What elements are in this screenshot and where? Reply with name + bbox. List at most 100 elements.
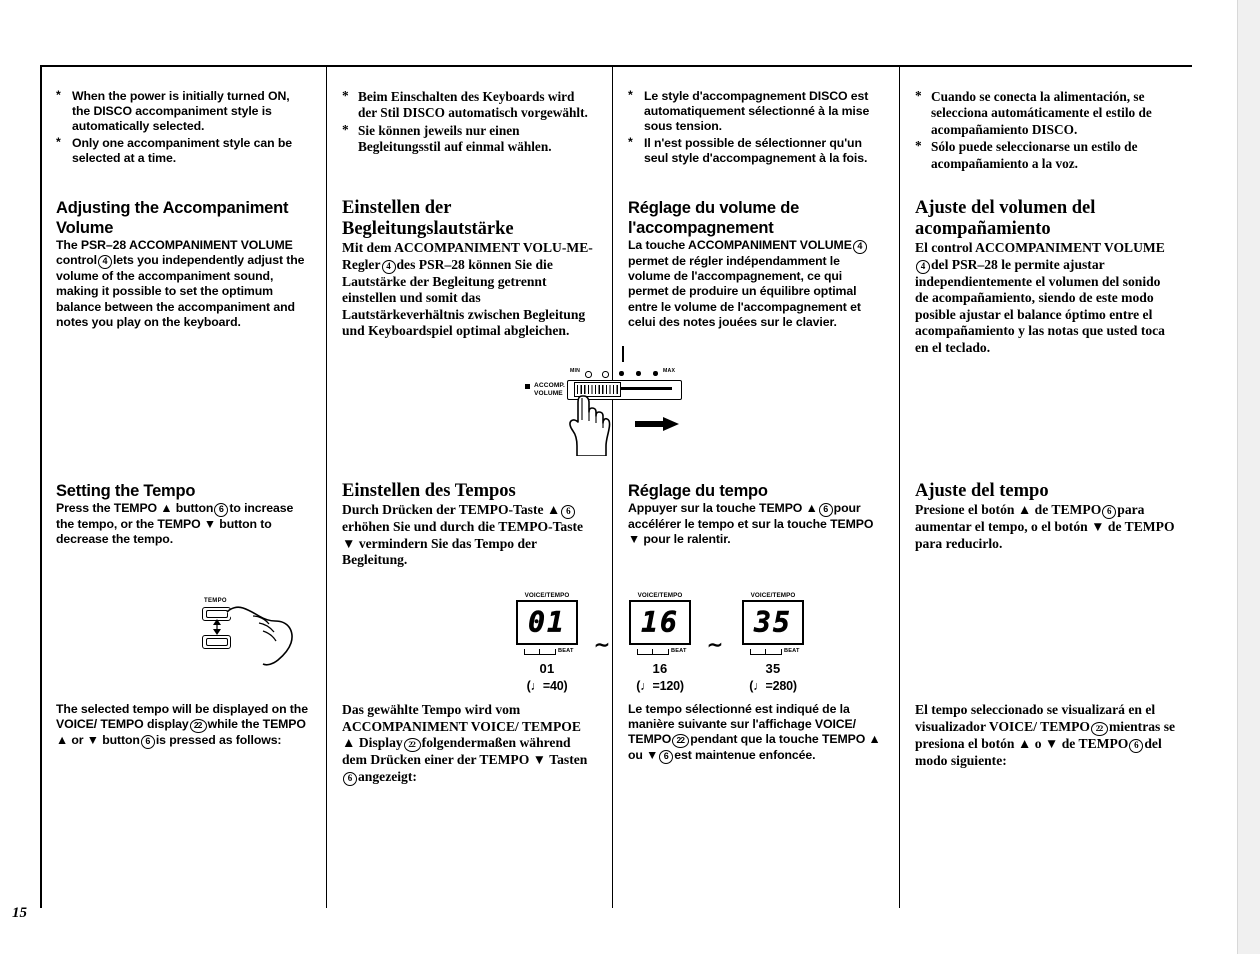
- body-text-a: Presione el botón ▲ de TEMPO: [915, 502, 1102, 517]
- body-text-b: permet de régler indépendamment le volum…: [628, 254, 861, 329]
- columns-container: * When the power is initially turned ON, …: [40, 65, 1192, 908]
- lcd-display-group-1: VOICE/TEMPO 01 BEAT 01 (♩=40): [508, 592, 586, 693]
- section-body: El control ACCOMPANIMENT VOLUME 4 del PSR–…: [915, 240, 1176, 357]
- section-volume-french: Réglage du volume de l'accompagnement La…: [628, 198, 883, 330]
- notes-block-german: * Beim Einschalten des Keyboards wird der…: [342, 88, 596, 157]
- body-text-c: is pressed as follows:: [155, 733, 282, 748]
- lcd-digits: 01: [528, 605, 566, 639]
- section-body: Press the TEMPO ▲ button 6 to increase the…: [56, 501, 310, 547]
- note-text: Only one accompaniment style can be sele…: [72, 135, 292, 165]
- callout-number-6: 6: [343, 771, 357, 786]
- section-heading: Setting the Tempo: [56, 482, 196, 500]
- max-label: MAX: [663, 368, 676, 374]
- notes-list: * Beim Einschalten des Keyboards wird der…: [342, 88, 596, 156]
- accomp-label-line2: VOLUME: [534, 389, 563, 397]
- note-text: Beim Einschalten des Keyboards wird der …: [358, 89, 588, 121]
- voice-tempo-display-figures: VOICE/TEMPO 01 BEAT 01 (♩=40) ∼ VOICE/TE…: [508, 592, 808, 702]
- list-item: * Cuando se conecta la alimentación, se s…: [915, 88, 1176, 138]
- section-tempo-english: Setting the Tempo Press the TEMPO ▲ butt…: [56, 481, 310, 547]
- asterisk-icon: *: [342, 121, 349, 137]
- list-item: * When the power is initially turned ON, …: [56, 88, 310, 135]
- section-tempo-display-german: Das gewählte Tempo wird vom ACCOMPANIMEN…: [342, 702, 596, 786]
- column-french: * Le style d'accompagnement DISCO est aut…: [612, 65, 899, 908]
- list-item: * Sólo puede seleccionarse un estilo de a…: [915, 138, 1176, 172]
- list-item: * Le style d'accompagnement DISCO est aut…: [628, 88, 883, 135]
- beat-bracket-icon: [637, 649, 669, 655]
- column-spanish: * Cuando se conecta la alimentación, se s…: [899, 65, 1192, 908]
- body-text-a: La touche ACCOMPANIMENT VOLUME: [628, 238, 852, 252]
- pointer-stem-line: [622, 346, 624, 362]
- scale-dot-4-icon: [636, 371, 641, 376]
- section-tempo-french: Réglage du tempo Appuyer sur la touche T…: [628, 481, 883, 547]
- lcd-screen: 01: [516, 600, 578, 645]
- section-body: El tempo seleccionado se visualizará en …: [915, 702, 1176, 769]
- manual-page: * When the power is initially turned ON, …: [0, 0, 1260, 954]
- lcd-bpm-value: (♩=120): [636, 679, 684, 693]
- callout-number-4: 4: [97, 255, 112, 270]
- range-tilde-2: ∼: [707, 635, 723, 656]
- lcd-caption: VOICE/TEMPO: [637, 592, 683, 599]
- list-item: * Only one accompaniment style can be sel…: [56, 135, 310, 166]
- range-tilde-1: ∼: [594, 635, 610, 656]
- section-body: Das gewählte Tempo wird vom ACCOMPANIMEN…: [342, 702, 596, 786]
- body-text-a: Durch Drücken der TEMPO-Taste ▲: [342, 502, 561, 517]
- section-heading: Réglage du volume de l'accompagnement: [628, 199, 800, 237]
- lcd-digits: 35: [754, 605, 792, 639]
- lcd-digits: 16: [641, 605, 679, 639]
- callout-number-6: 6: [818, 503, 833, 517]
- body-text-c: angezeigt:: [358, 768, 417, 784]
- section-volume-spanish: Ajuste del volumen del acompañamiento El…: [915, 198, 1176, 357]
- callout-number-22: 22: [403, 738, 421, 753]
- notes-block-english: * When the power is initially turned ON, …: [56, 88, 310, 167]
- asterisk-icon: *: [628, 88, 633, 102]
- notes-list: * Cuando se conecta la alimentación, se s…: [915, 88, 1176, 172]
- list-item: * Sie können jeweils nur einen Begleitung…: [342, 121, 596, 156]
- list-item: * Beim Einschalten des Keyboards wird der…: [342, 88, 596, 122]
- section-heading: Ajuste del volumen del acompañamiento: [915, 198, 1096, 239]
- lcd-screen: 35: [742, 600, 804, 645]
- asterisk-icon: *: [915, 88, 922, 103]
- asterisk-icon: *: [628, 134, 633, 149]
- callout-number-6: 6: [140, 735, 155, 750]
- body-text-a: El control ACCOMPANIMENT VOLUME: [915, 240, 1165, 255]
- asterisk-icon: *: [915, 138, 922, 154]
- scale-dot-5-icon: [653, 371, 658, 376]
- asterisk-icon: *: [342, 88, 349, 103]
- beat-bracket-icon: [524, 649, 556, 655]
- callout-number-22: 22: [1090, 721, 1108, 736]
- accompaniment-volume-slider-figure: ACCOMP. VOLUME MIN MAX: [520, 346, 700, 460]
- note-text: When the power is initially turned ON, t…: [72, 89, 290, 134]
- callout-number-6: 6: [1129, 738, 1144, 753]
- lcd-caption: VOICE/TEMPO: [750, 592, 796, 599]
- beat-indicator-row: BEAT: [744, 647, 802, 658]
- min-label: MIN: [570, 368, 581, 374]
- section-body: Presione el botón ▲ de TEMPO 6 para aument…: [915, 502, 1176, 552]
- section-body: Appuyer sur la touche TEMPO ▲ 6 pour accél…: [628, 501, 883, 547]
- up-down-arrows-icon: [213, 619, 221, 635]
- column-english: * When the power is initially turned ON, …: [40, 65, 326, 908]
- notes-block-french: * Le style d'accompagnement DISCO est aut…: [628, 88, 883, 167]
- section-heading: Einstellen der Begleitungslautstärke: [342, 198, 514, 239]
- section-heading: Adjusting the Accompaniment Volume: [56, 199, 289, 237]
- section-body: Mit dem ACCOMPANIMENT VOLU-ME-Regler 4 des…: [342, 240, 596, 340]
- notes-block-spanish: * Cuando se conecta la alimentación, se s…: [915, 88, 1176, 173]
- scale-dot-2-icon: [602, 371, 609, 378]
- section-heading: Einstellen des Tempos: [342, 481, 516, 501]
- lcd-value-number: 35: [765, 661, 781, 676]
- lcd-display-group-3: VOICE/TEMPO 35 BEAT 35 (♩=280): [734, 592, 812, 693]
- scale-dot-3-icon: [619, 371, 624, 376]
- notes-list: * When the power is initially turned ON, …: [56, 88, 310, 166]
- note-text: Il n'est possible de sélectionner qu'un …: [644, 135, 868, 165]
- note-text: Sólo puede seleccionarse un estilo de ac…: [931, 139, 1138, 171]
- section-tempo-spanish: Ajuste del tempo Presione el botón ▲ de …: [915, 481, 1176, 552]
- beat-label: BEAT: [784, 648, 800, 654]
- note-text: Le style d'accompagnement DISCO est auto…: [644, 89, 870, 134]
- note-text: Sie können jeweils nur einen Begleitungs…: [358, 122, 552, 155]
- callout-number-4: 4: [381, 259, 396, 274]
- section-body: The selected tempo will be displayed on …: [56, 702, 310, 750]
- section-volume-english: Adjusting the Accompaniment Volume The P…: [56, 198, 310, 330]
- asterisk-icon: *: [56, 88, 61, 102]
- body-text-a: Press the TEMPO ▲ button: [56, 501, 214, 515]
- body-text-a: Appuyer sur la touche TEMPO ▲: [628, 501, 818, 515]
- lcd-bpm-value: (♩=280): [749, 679, 797, 693]
